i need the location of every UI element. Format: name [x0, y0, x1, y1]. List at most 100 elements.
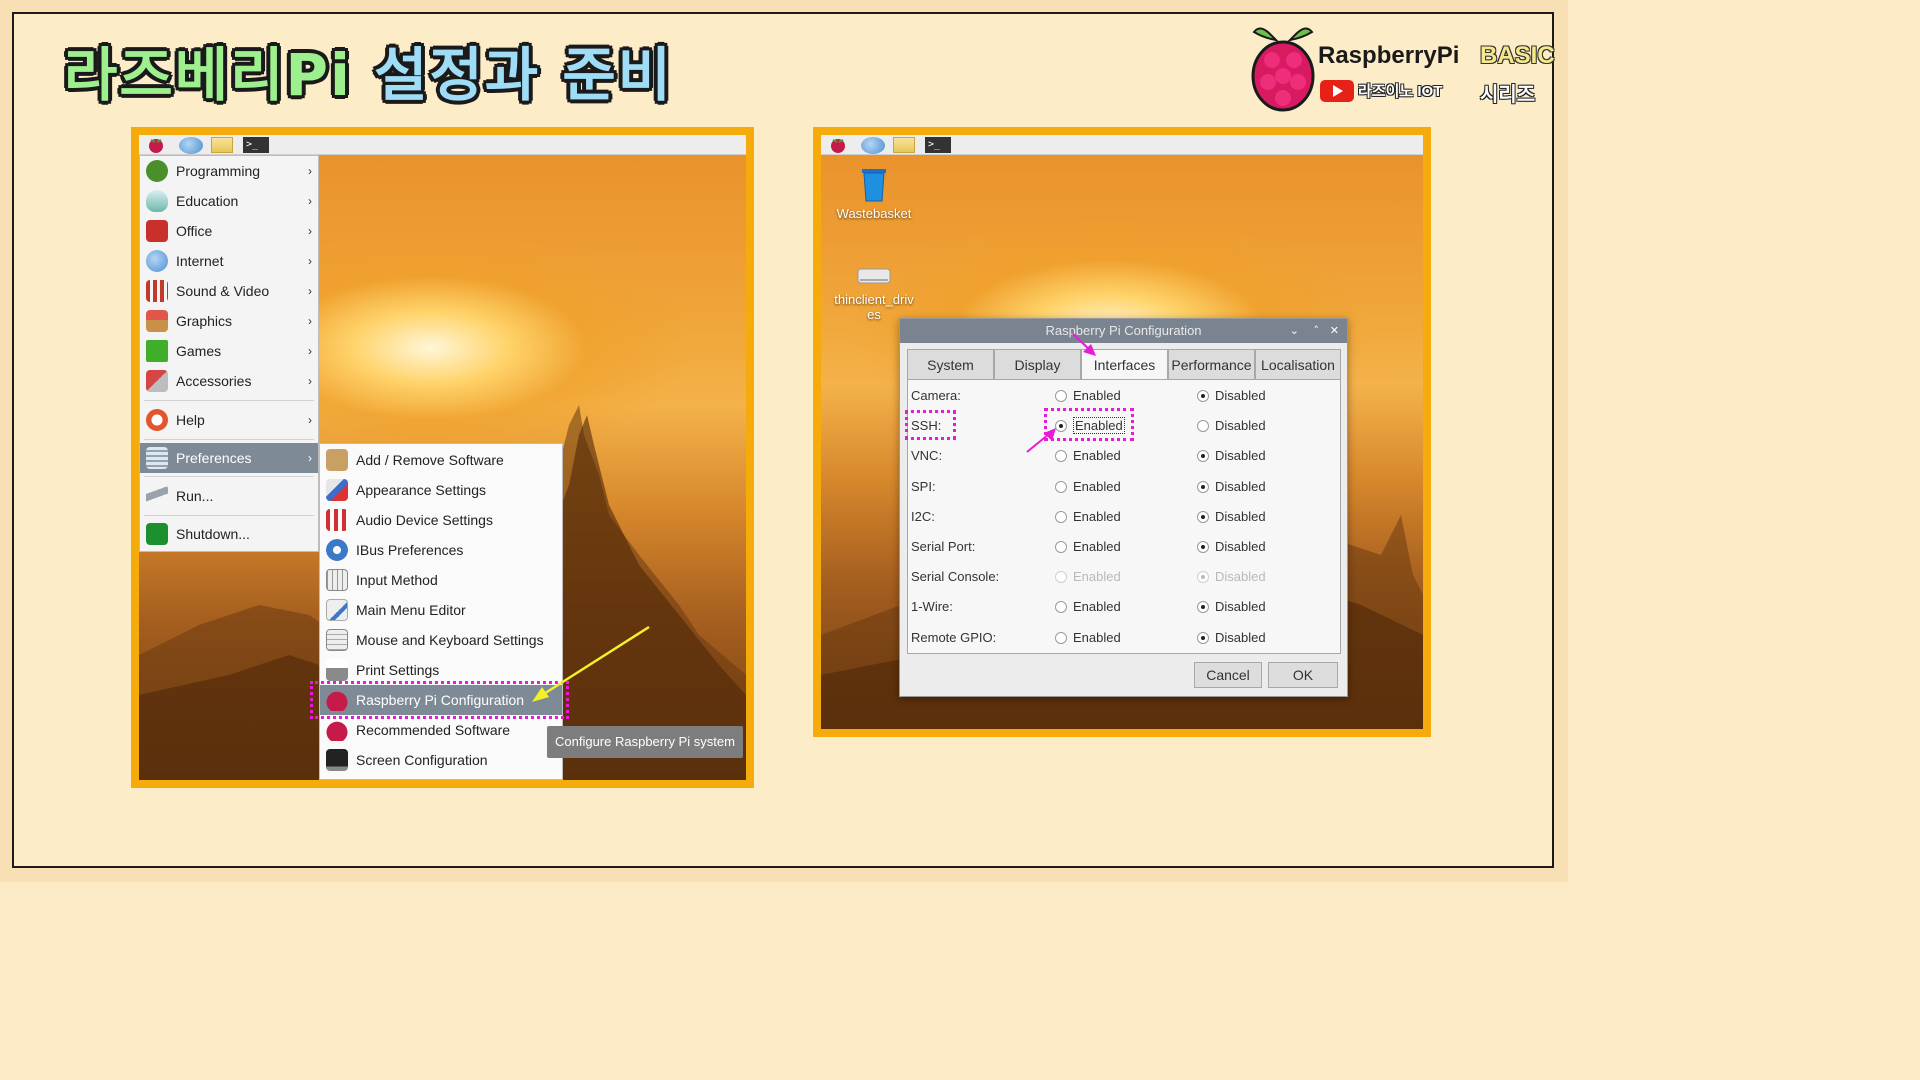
menu-item-label: Accessories	[176, 373, 252, 389]
terminal-icon[interactable]: >_	[243, 137, 269, 153]
menu-item-help[interactable]: Help ›	[140, 405, 318, 435]
enabled-radio[interactable]	[1055, 510, 1067, 523]
interface-row: Remote GPIO: Enabled Disabled	[907, 623, 1341, 653]
globe-icon[interactable]	[861, 137, 885, 154]
disabled-radio[interactable]	[1197, 601, 1209, 614]
submenu-item-label: Appearance Settings	[356, 482, 486, 498]
raspberry-icon	[326, 719, 348, 741]
disabled-radio[interactable]	[1197, 420, 1209, 433]
chevron-right-icon: ›	[308, 224, 312, 238]
youtube-icon	[1320, 80, 1354, 102]
enabled-radio[interactable]	[1055, 601, 1067, 614]
enabled-radio[interactable]	[1055, 390, 1067, 402]
left-screenshot-frame: >_ Programming › Education › Office › Inter…	[131, 127, 754, 788]
enabled-label[interactable]: Enabled	[1073, 479, 1121, 494]
menu-item-label: Education	[176, 193, 239, 209]
close-icon[interactable]: ✕	[1330, 319, 1339, 343]
submenu-item-label: Mouse and Keyboard Settings	[356, 632, 544, 648]
tab-performance[interactable]: Performance	[1168, 349, 1255, 380]
disabled-label[interactable]: Disabled	[1215, 479, 1266, 494]
submenu-item-mouse-keyboard-settings[interactable]: Mouse and Keyboard Settings	[320, 625, 562, 655]
enabled-label[interactable]: Enabled	[1073, 539, 1121, 554]
tab-localisation[interactable]: Localisation	[1255, 349, 1341, 380]
submenu-item-ibus-preferences[interactable]: IBus Preferences	[320, 535, 562, 565]
enabled-label[interactable]: Enabled	[1073, 599, 1121, 614]
enabled-label[interactable]: Enabled	[1073, 448, 1121, 463]
menu-item-education[interactable]: Education ›	[140, 186, 318, 216]
desktop-icon-wastebasket[interactable]: Wastebasket	[829, 167, 919, 221]
main-menu: Programming › Education › Office › Internet…	[139, 155, 319, 552]
interface-row: Serial Console: Enabled Disabled	[907, 562, 1341, 592]
enabled-radio[interactable]	[1055, 631, 1067, 644]
raspberry-icon[interactable]	[145, 137, 167, 153]
folder-icon[interactable]	[893, 137, 915, 153]
raspberry-icon[interactable]	[827, 137, 849, 153]
enabled-label[interactable]: Enabled	[1073, 509, 1121, 524]
chevron-right-icon: ›	[308, 344, 312, 358]
monitor-icon	[326, 749, 348, 771]
chevron-down-icon[interactable]: ⌄	[1290, 319, 1299, 343]
disabled-radio[interactable]	[1197, 541, 1209, 553]
submenu-item-recommended-software[interactable]: Recommended Software	[320, 715, 562, 745]
disabled-radio[interactable]	[1197, 450, 1209, 463]
disabled-label[interactable]: Disabled	[1215, 569, 1266, 584]
disabled-label[interactable]: Disabled	[1215, 599, 1266, 614]
games-icon	[146, 340, 168, 362]
menu-item-internet[interactable]: Internet ›	[140, 246, 318, 276]
submenu-item-label: Screen Configuration	[356, 752, 488, 768]
menu-item-sound-video[interactable]: Sound & Video ›	[140, 276, 318, 306]
disabled-label[interactable]: Disabled	[1215, 388, 1266, 403]
folder-icon[interactable]	[211, 137, 233, 153]
tab-interfaces[interactable]: Interfaces	[1081, 349, 1168, 381]
disabled-label[interactable]: Disabled	[1215, 630, 1266, 645]
menu-item-preferences[interactable]: Preferences ›	[140, 443, 318, 473]
menu-item-accessories[interactable]: Accessories ›	[140, 366, 318, 396]
ok-button[interactable]: OK	[1268, 662, 1338, 688]
enabled-label[interactable]: Enabled	[1073, 388, 1121, 403]
disabled-radio[interactable]	[1197, 480, 1209, 493]
desktop-icon-thinclient-drives[interactable]: thinclient_drives	[829, 261, 919, 322]
menu-item-run[interactable]: Run...	[140, 481, 318, 511]
submenu-item-main-menu-editor[interactable]: Main Menu Editor	[320, 595, 562, 625]
menu-item-programming[interactable]: Programming ›	[140, 156, 318, 186]
taskbar: >_	[821, 135, 1423, 155]
terminal-icon[interactable]: >_	[925, 137, 951, 153]
menu-item-label: Preferences	[176, 450, 252, 466]
left-desktop: >_ Programming › Education › Office › Inter…	[139, 135, 746, 780]
tab-display[interactable]: Display	[994, 349, 1081, 380]
disabled-radio[interactable]	[1197, 510, 1209, 523]
enabled-radio[interactable]	[1055, 480, 1067, 493]
menu-item-label: Shutdown...	[176, 526, 250, 542]
menu-item-label: Help	[176, 412, 205, 428]
enabled-radio[interactable]	[1055, 571, 1067, 584]
disabled-label[interactable]: Disabled	[1215, 539, 1266, 554]
submenu-item-appearance-settings[interactable]: Appearance Settings	[320, 475, 562, 505]
menu-item-label: Internet	[176, 253, 224, 269]
enabled-radio[interactable]	[1055, 450, 1067, 463]
submenu-item-add-remove-software[interactable]: Add / Remove Software	[320, 445, 562, 475]
submenu-item-screen-configuration[interactable]: Screen Configuration	[320, 745, 562, 775]
accessories-icon	[146, 370, 168, 392]
submenu-item-audio-device-settings[interactable]: Audio Device Settings	[320, 505, 562, 535]
enabled-radio[interactable]	[1055, 541, 1067, 553]
menu-item-shutdown[interactable]: Shutdown...	[140, 519, 318, 549]
globe-icon[interactable]	[179, 137, 203, 154]
tab-system[interactable]: System	[907, 349, 994, 380]
disabled-radio[interactable]	[1197, 390, 1209, 402]
menu-item-games[interactable]: Games ›	[140, 336, 318, 366]
cancel-button[interactable]: Cancel	[1194, 662, 1262, 688]
disabled-radio[interactable]	[1197, 571, 1209, 584]
enabled-label[interactable]: Enabled	[1073, 630, 1121, 645]
enabled-label[interactable]: Enabled	[1073, 569, 1121, 584]
disabled-label[interactable]: Disabled	[1215, 418, 1266, 433]
disabled-label[interactable]: Disabled	[1215, 448, 1266, 463]
menu-item-graphics[interactable]: Graphics ›	[140, 306, 318, 336]
menu-item-office[interactable]: Office ›	[140, 216, 318, 246]
interface-label: Serial Port:	[911, 539, 976, 554]
chevron-right-icon: ›	[308, 374, 312, 388]
disabled-label[interactable]: Disabled	[1215, 509, 1266, 524]
chevron-up-icon[interactable]: ˄	[1314, 319, 1320, 343]
submenu-item-input-method[interactable]: Input Method	[320, 565, 562, 595]
interface-row: 1-Wire: Enabled Disabled	[907, 592, 1341, 622]
disabled-radio[interactable]	[1197, 631, 1209, 644]
